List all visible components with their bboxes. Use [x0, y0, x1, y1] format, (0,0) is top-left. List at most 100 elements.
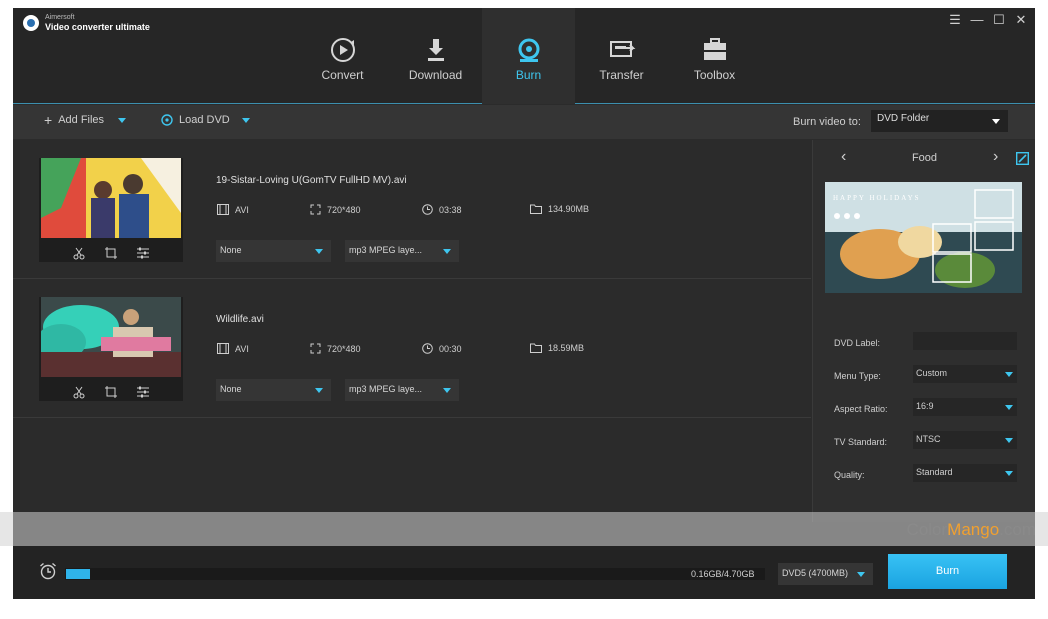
- tab-download-label: Download: [408, 68, 463, 82]
- dvd-label-label: DVD Label:: [834, 338, 881, 348]
- file-size: 134.90MB: [530, 204, 589, 214]
- tab-convert[interactable]: Convert: [296, 8, 389, 104]
- file-name: 19-Sistar-Loving U(GomTV FullHD MV).avi: [216, 175, 407, 186]
- chevron-down-icon: [315, 388, 323, 393]
- template-name: Food: [911, 152, 938, 164]
- resize-icon: [310, 343, 321, 354]
- effects-icon[interactable]: [135, 245, 151, 261]
- file-format-value: AVI: [235, 343, 249, 354]
- scissors-icon[interactable]: [71, 245, 87, 261]
- film-icon: [217, 204, 229, 215]
- chevron-down-icon: [1005, 471, 1013, 476]
- effects-icon[interactable]: [135, 384, 151, 400]
- file-duration: 03:38: [422, 204, 462, 215]
- maximize-button[interactable]: ☐: [991, 12, 1007, 28]
- chevron-down-icon: [1005, 372, 1013, 377]
- file-name: Wildlife.avi: [216, 314, 264, 325]
- subtitle-select[interactable]: None: [216, 240, 331, 262]
- add-files-label: Add Files: [58, 114, 105, 126]
- burn-to-select[interactable]: DVD Folder: [871, 110, 1008, 132]
- watermark-band: [0, 512, 1048, 546]
- close-button[interactable]: ✕: [1013, 12, 1029, 28]
- tv-standard-select[interactable]: NTSC: [913, 431, 1017, 449]
- file-resolution-value: 720*480: [327, 343, 361, 354]
- menu-icon[interactable]: ☰: [947, 12, 963, 28]
- main-nav: Convert Download Burn Transfer Toolbox: [296, 8, 761, 104]
- chevron-down-icon: [241, 117, 250, 123]
- video-thumbnail[interactable]: [36, 297, 183, 401]
- crop-icon[interactable]: [103, 245, 119, 261]
- file-format: AVI: [217, 343, 249, 354]
- tab-convert-label: Convert: [321, 68, 364, 82]
- load-dvd-button[interactable]: Load DVD: [161, 114, 250, 126]
- tab-burn-label: Burn: [515, 68, 542, 82]
- file-resolution-value: 720*480: [327, 204, 361, 215]
- template-preview[interactable]: HAPPY HOLIDAYS: [825, 182, 1022, 293]
- chevron-down-icon: [443, 388, 451, 393]
- disc-icon: [161, 114, 173, 126]
- file-row[interactable]: Wildlife.avi AVI 720*480 00:30 18.59MB N…: [13, 279, 811, 418]
- convert-icon: [330, 38, 355, 62]
- aspect-ratio-select[interactable]: 16:9: [913, 398, 1017, 416]
- audio-select[interactable]: mp3 MPEG laye...: [345, 240, 459, 262]
- thumbnail-image: [36, 297, 181, 377]
- thumbnail-image: [41, 158, 181, 238]
- disc-capacity-bar: [65, 568, 765, 580]
- app-brand: Aimersoft: [45, 14, 75, 21]
- chevron-right-icon[interactable]: ›: [993, 148, 998, 166]
- dvd-label-input[interactable]: [913, 332, 1017, 350]
- file-resolution: 720*480: [310, 204, 361, 215]
- load-dvd-label: Load DVD: [179, 114, 230, 126]
- tab-transfer[interactable]: Transfer: [575, 8, 668, 104]
- subtitle-select-value: None: [220, 384, 242, 394]
- disc-type-select[interactable]: DVD5 (4700MB): [778, 563, 873, 585]
- tab-toolbox[interactable]: Toolbox: [668, 8, 761, 104]
- toolbox-icon: [703, 38, 726, 60]
- add-files-button[interactable]: + Add Files: [44, 113, 127, 127]
- toolbar: + Add Files Load DVD Burn video to: DVD …: [13, 105, 1035, 139]
- burn-button[interactable]: Burn: [888, 554, 1007, 589]
- crop-icon[interactable]: [103, 384, 119, 400]
- file-size-value: 134.90MB: [548, 204, 590, 214]
- file-size-value: 18.59MB: [548, 343, 585, 353]
- tv-standard-label: TV Standard:: [834, 437, 888, 447]
- chevron-down-icon: [1005, 438, 1013, 443]
- minimize-button[interactable]: —: [969, 12, 985, 28]
- file-row[interactable]: 19-Sistar-Loving U(GomTV FullHD MV).avi …: [13, 140, 811, 279]
- aspect-ratio-value: 16:9: [916, 401, 934, 411]
- audio-select-value: mp3 MPEG laye...: [349, 245, 423, 255]
- transfer-icon: [609, 41, 635, 57]
- edit-icon[interactable]: [1016, 152, 1029, 165]
- chevron-down-icon: [992, 119, 1000, 124]
- scissors-icon[interactable]: [71, 384, 87, 400]
- chevron-down-icon: [857, 572, 865, 577]
- menu-type-select[interactable]: Custom: [913, 365, 1017, 383]
- watermark-part-1: Color: [906, 520, 948, 539]
- app-product-name: Video converter ultimate: [45, 22, 150, 32]
- app-logo-icon: [23, 14, 39, 31]
- disc-capacity-fill: [66, 569, 90, 579]
- clock-icon: [422, 343, 433, 354]
- film-icon: [217, 343, 229, 354]
- download-icon: [427, 39, 444, 61]
- chevron-down-icon: [118, 117, 127, 123]
- dvd-template-panel: ‹ Food › HAPPY HOLIDAYS DVD Label: Menu …: [812, 140, 1035, 522]
- subtitle-select[interactable]: None: [216, 379, 331, 401]
- disc-capacity-text: 0.16GB/4.70GB: [691, 569, 755, 579]
- alarm-clock-icon[interactable]: [39, 562, 57, 580]
- quality-label: Quality:: [834, 470, 865, 480]
- aspect-ratio-label: Aspect Ratio:: [834, 404, 888, 414]
- chevron-down-icon: [1005, 405, 1013, 410]
- preview-title: HAPPY HOLIDAYS: [833, 194, 921, 202]
- tab-download[interactable]: Download: [389, 8, 482, 104]
- watermark-part-3: .com: [999, 520, 1036, 539]
- burn-icon: [518, 38, 539, 62]
- watermark: ColorMango.com: [907, 520, 1036, 540]
- tab-burn[interactable]: Burn: [482, 8, 575, 104]
- quality-select[interactable]: Standard: [913, 464, 1017, 482]
- audio-select[interactable]: mp3 MPEG laye...: [345, 379, 459, 401]
- file-format-value: AVI: [235, 204, 249, 215]
- clock-icon: [422, 204, 433, 215]
- video-thumbnail[interactable]: [39, 158, 183, 262]
- file-size: 18.59MB: [530, 343, 584, 353]
